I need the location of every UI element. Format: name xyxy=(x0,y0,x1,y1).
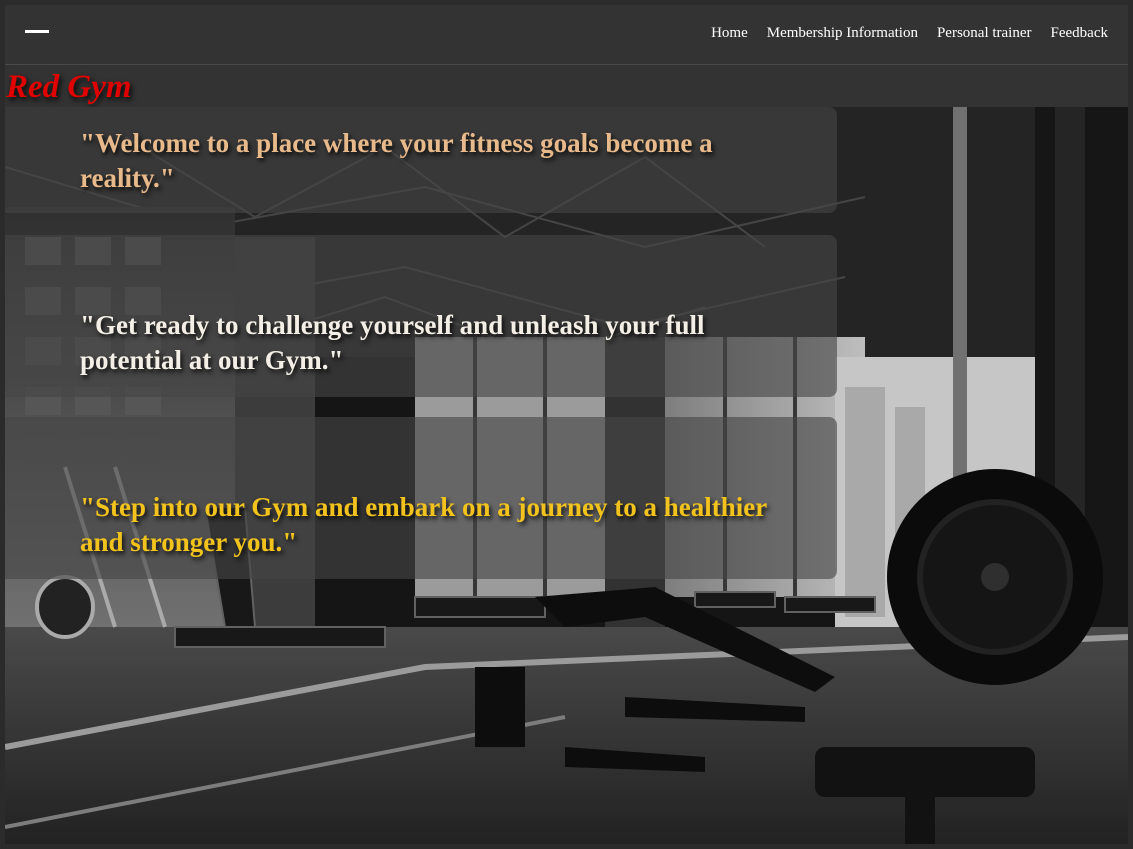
quote-text-journey: "Step into our Gym and embark on a journ… xyxy=(80,492,767,557)
quote-text-challenge: "Get ready to challenge yourself and unl… xyxy=(80,310,705,375)
nav-home-link[interactable]: Home xyxy=(711,25,748,42)
quote-box-journey: "Step into our Gym and embark on a journ… xyxy=(5,417,837,579)
brand-logo-text[interactable]: Red Gym xyxy=(6,67,132,107)
main-nav: Home Membership Information Personal tra… xyxy=(711,25,1108,42)
quote-text-welcome: "Welcome to a place where your fitness g… xyxy=(80,128,713,193)
brand-bar: Red Gym xyxy=(5,65,1128,107)
nav-personal-trainer-link[interactable]: Personal trainer xyxy=(937,25,1032,42)
top-navbar: Home Membership Information Personal tra… xyxy=(5,5,1128,65)
hero-section: "Welcome to a place where your fitness g… xyxy=(5,107,1128,844)
nav-feedback-link[interactable]: Feedback xyxy=(1051,25,1108,42)
hamburger-menu-icon[interactable] xyxy=(25,30,49,33)
quote-box-challenge: "Get ready to challenge yourself and unl… xyxy=(5,235,837,397)
nav-membership-information-link[interactable]: Membership Information xyxy=(767,25,918,42)
page-frame: Home Membership Information Personal tra… xyxy=(5,5,1128,844)
quote-box-welcome: "Welcome to a place where your fitness g… xyxy=(5,107,837,213)
